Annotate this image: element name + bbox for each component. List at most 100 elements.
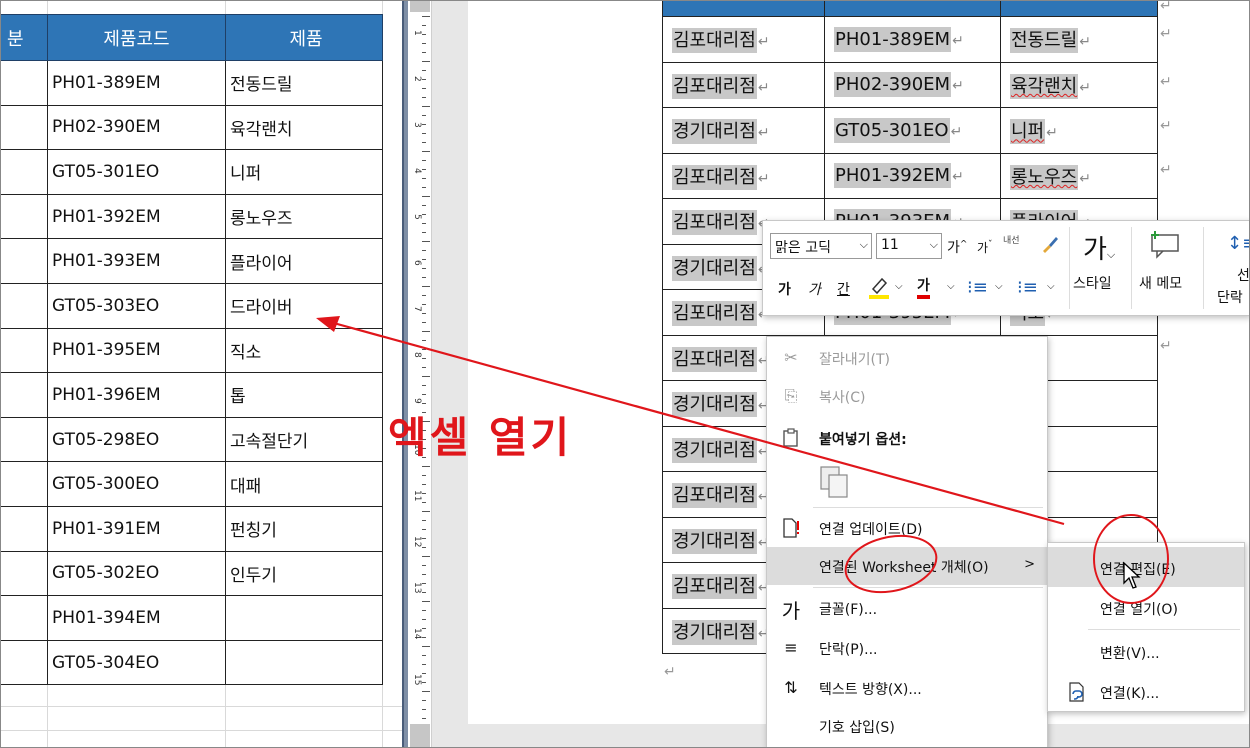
submenu-item-open-link[interactable]: 연결 열기(O) bbox=[1048, 587, 1244, 627]
word-cell-product[interactable]: 전동드릴 ↵ bbox=[1000, 16, 1158, 63]
menu-item-copy[interactable]: ⎘ 복사(C) bbox=[767, 377, 1047, 415]
menu-item-text-direction[interactable]: ⇅ 텍스트 방향(X)... bbox=[767, 669, 1047, 707]
word-cell-product[interactable]: 니퍼 ↵ bbox=[1000, 107, 1158, 154]
styles-icon[interactable]: 가⌵ bbox=[1083, 229, 1115, 266]
excel-cell-blank[interactable] bbox=[0, 372, 48, 418]
word-cell-product[interactable]: 롱노우즈 ↵ bbox=[1000, 152, 1158, 199]
excel-header-cell[interactable]: 제품 bbox=[225, 14, 383, 61]
excel-cell-blank[interactable] bbox=[0, 60, 48, 106]
excel-cell-product[interactable]: 전동드릴 bbox=[225, 60, 383, 106]
excel-cell-blank[interactable] bbox=[0, 550, 48, 597]
word-cell-branch[interactable]: 김포대리점↵ bbox=[662, 61, 825, 108]
excel-cell-product[interactable]: 플라이어 bbox=[225, 238, 383, 284]
excel-cell-blank[interactable] bbox=[0, 238, 48, 284]
word-cell-branch[interactable]: 김포대리점↵ bbox=[662, 152, 825, 199]
chevron-down-icon[interactable]: ⌵ bbox=[1047, 281, 1055, 292]
new-memo-label[interactable]: 새 메모 bbox=[1139, 273, 1182, 293]
highlight-icon[interactable] bbox=[867, 273, 893, 305]
excel-cell-code[interactable]: PH01-393EM bbox=[47, 238, 226, 284]
excel-cell-product[interactable]: 드라이버 bbox=[225, 282, 383, 329]
excel-cell-product[interactable]: 톱 bbox=[225, 372, 383, 418]
excel-cell-blank[interactable] bbox=[0, 595, 48, 641]
format-painter-icon[interactable] bbox=[1039, 233, 1061, 259]
menu-item-update-link[interactable]: 연결 업데이트(D) bbox=[767, 509, 1047, 547]
excel-cell-product[interactable]: 인두기 bbox=[225, 550, 383, 597]
excel-cell-code[interactable]: PH01-391EM bbox=[47, 505, 226, 552]
styles-label[interactable]: 스타일 bbox=[1073, 273, 1112, 293]
excel-cell-code[interactable]: PH02-390EM bbox=[47, 104, 226, 151]
excel-cell-blank[interactable] bbox=[0, 149, 48, 195]
excel-cell-code[interactable]: PH01-394EM bbox=[47, 595, 226, 641]
excel-cell-product[interactable]: 고속절단기 bbox=[225, 416, 383, 463]
chevron-down-icon[interactable]: ⌵ bbox=[947, 281, 955, 292]
excel-cell-code[interactable]: PH01-395EM bbox=[47, 327, 226, 374]
word-cell-branch[interactable]: 김포대리점↵ bbox=[662, 16, 825, 63]
excel-cell-code[interactable]: GT05-298EO bbox=[47, 416, 226, 463]
word-cell-branch[interactable]: 경기대리점↵ bbox=[662, 107, 825, 154]
menu-item-cut[interactable]: ✂ 잘라내기(T) bbox=[767, 339, 1047, 377]
menu-item-font[interactable]: 가 글꼴(F)... bbox=[767, 589, 1047, 627]
shrink-font-button[interactable]: 가ˇ bbox=[977, 239, 993, 256]
menu-item-linked-worksheet-object[interactable]: 연결된 Worksheet 개체(O) > bbox=[767, 547, 1047, 585]
phonetic-guide-button[interactable]: 내선 bbox=[1003, 233, 1020, 246]
menu-item-insert-symbol[interactable]: 기호 삽입(S) bbox=[767, 707, 1047, 745]
new-comment-icon[interactable] bbox=[1149, 229, 1183, 263]
font-size-box[interactable]: 11 ⌵ bbox=[876, 233, 942, 259]
excel-cell-code[interactable]: PH01-396EM bbox=[47, 372, 226, 418]
excel-cell-blank[interactable] bbox=[0, 104, 48, 151]
bullets-icon[interactable]: ⁝≡ bbox=[967, 277, 988, 298]
italic-button[interactable]: 가 bbox=[808, 279, 821, 299]
excel-cell-blank[interactable] bbox=[0, 461, 48, 507]
word-cell-product[interactable]: 육각랜치 ↵ bbox=[1000, 61, 1158, 108]
excel-cell-code[interactable]: GT05-303EO bbox=[47, 282, 226, 329]
chevron-down-icon[interactable]: ⌵ bbox=[930, 238, 938, 252]
excel-cell-code[interactable]: GT05-301EO bbox=[47, 149, 226, 195]
excel-cell-blank[interactable] bbox=[0, 416, 48, 463]
excel-cell-code[interactable]: GT05-302EO bbox=[47, 550, 226, 597]
excel-cell-code[interactable]: PH01-389EM bbox=[47, 60, 226, 106]
excel-cell-product[interactable]: 롱노우즈 bbox=[225, 193, 383, 240]
excel-header-cell[interactable]: 제품코드 bbox=[47, 14, 226, 61]
submenu-item-links[interactable]: 연결(K)... bbox=[1048, 671, 1244, 711]
word-cell-code[interactable]: PH02-390EM ↵ bbox=[824, 61, 1001, 108]
font-color-button[interactable]: 가 bbox=[917, 277, 930, 299]
submenu-item-label: 연결(K)... bbox=[1100, 686, 1160, 702]
excel-cell-product[interactable] bbox=[225, 595, 383, 641]
word-cell-code[interactable]: PH01-392EM ↵ bbox=[824, 152, 1001, 199]
excel-cell-blank[interactable] bbox=[0, 282, 48, 329]
ruler-tick bbox=[422, 16, 430, 17]
line-spacing-icon[interactable]: ↕≡ bbox=[1227, 233, 1250, 254]
font-name-box[interactable]: 맑은 고딕 ⌵ bbox=[770, 233, 872, 259]
menu-separator bbox=[1088, 629, 1240, 630]
excel-cell-blank[interactable] bbox=[0, 505, 48, 552]
line-spacing-label[interactable]: 선 bbox=[1237, 265, 1250, 285]
paste-keep-format-icon[interactable] bbox=[817, 463, 851, 499]
excel-cell-code[interactable]: GT05-300EO bbox=[47, 461, 226, 507]
menu-item-paragraph[interactable]: ≡ 단락(P)... bbox=[767, 629, 1047, 667]
chevron-down-icon[interactable]: ⌵ bbox=[895, 281, 903, 292]
excel-cell-blank[interactable] bbox=[0, 639, 48, 686]
word-cell-code[interactable]: PH01-389EM ↵ bbox=[824, 16, 1001, 63]
chevron-down-icon[interactable]: ⌵ bbox=[860, 238, 868, 252]
excel-cell-code[interactable]: PH01-392EM bbox=[47, 193, 226, 240]
excel-cell-product[interactable]: 대패 bbox=[225, 461, 383, 507]
paragraph-spacing-label[interactable]: 단락 bbox=[1217, 287, 1243, 307]
chevron-down-icon[interactable]: ⌵ bbox=[995, 281, 1003, 292]
excel-header-cell[interactable]: 분 bbox=[0, 14, 48, 61]
excel-cell-blank[interactable] bbox=[0, 327, 48, 374]
excel-cell-product[interactable]: 육각랜치 bbox=[225, 104, 383, 151]
numbering-icon[interactable]: ⁝≡ bbox=[1017, 277, 1038, 298]
excel-cell-product[interactable]: 펀칭기 bbox=[225, 505, 383, 552]
grow-font-button[interactable]: 가^ bbox=[947, 237, 967, 257]
submenu-item-convert[interactable]: 변환(V)... bbox=[1048, 631, 1244, 671]
bold-button[interactable]: 가 bbox=[778, 279, 791, 299]
underline-button[interactable]: 간 bbox=[837, 279, 850, 299]
excel-cell-blank[interactable] bbox=[0, 193, 48, 240]
ruler-tick bbox=[422, 214, 426, 215]
submenu-item-edit-link[interactable]: 연결 편집(E) bbox=[1048, 547, 1244, 587]
word-cell-code[interactable]: GT05-301EO ↵ bbox=[824, 107, 1001, 154]
excel-cell-product[interactable]: 니퍼 bbox=[225, 149, 383, 195]
excel-cell-product[interactable] bbox=[225, 639, 383, 686]
excel-cell-code[interactable]: GT05-304EO bbox=[47, 639, 226, 686]
excel-cell-product[interactable]: 직소 bbox=[225, 327, 383, 374]
